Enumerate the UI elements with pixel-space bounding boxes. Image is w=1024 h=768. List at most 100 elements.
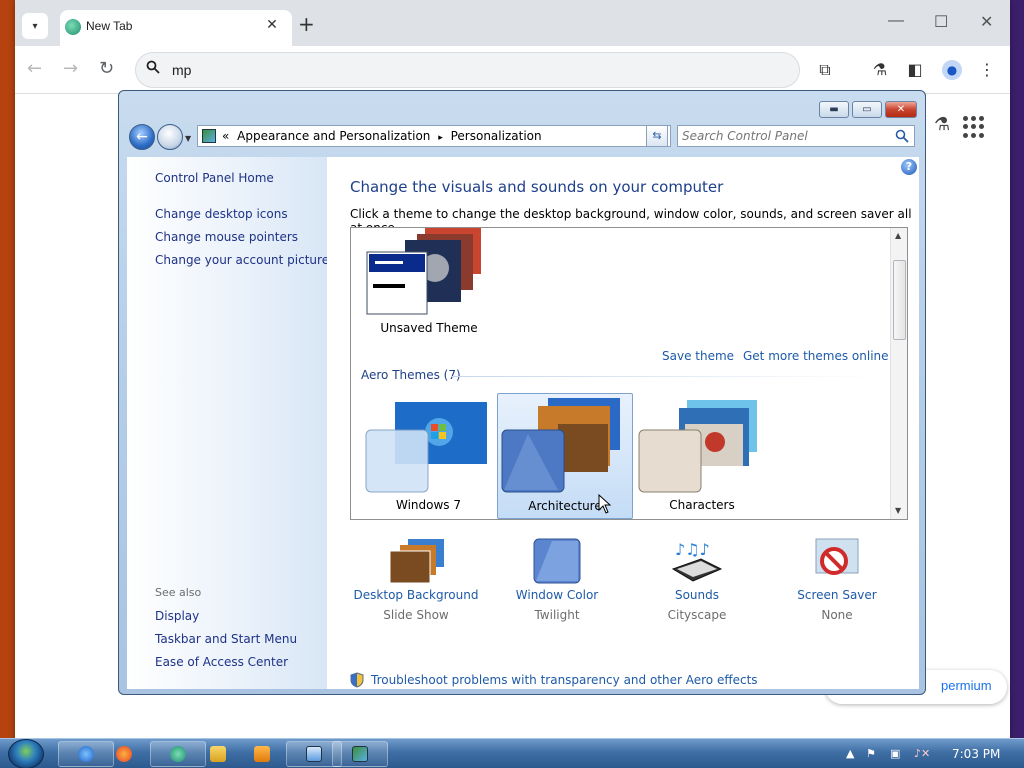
- control-panel-home-link[interactable]: Control Panel Home: [155, 171, 274, 185]
- show-hidden-icons-icon[interactable]: ▲: [846, 747, 854, 760]
- cp-maximize-button[interactable]: ▭: [852, 101, 882, 118]
- edge-dev-icon: [170, 746, 186, 762]
- tab-strip: ▾ New Tab ✕ + — ☐ ✕: [15, 0, 1010, 46]
- windows7-theme-thumbnail: [365, 402, 487, 493]
- firefox-icon: [116, 746, 132, 762]
- network-icon[interactable]: ▣: [890, 747, 900, 760]
- change-account-picture-link[interactable]: Change your account picture: [155, 253, 329, 267]
- tab-search-dropdown-button[interactable]: ▾: [22, 13, 48, 39]
- sounds-icon: ♪♫♪: [671, 540, 723, 582]
- scroll-up-arrow-icon[interactable]: ▲: [895, 231, 901, 240]
- new-tab-button[interactable]: +: [298, 14, 315, 34]
- minimize-icon[interactable]: —: [888, 12, 904, 30]
- desktop-background-title[interactable]: Desktop Background: [341, 588, 491, 602]
- ease-of-access-link[interactable]: Ease of Access Center: [155, 655, 288, 669]
- close-tab-icon[interactable]: ✕: [263, 16, 281, 34]
- taskbar-media-player[interactable]: [234, 741, 290, 767]
- labs-flask-icon[interactable]: ⚗: [870, 60, 890, 80]
- close-window-icon[interactable]: ✕: [980, 12, 993, 32]
- save-theme-link[interactable]: Save theme: [662, 349, 734, 363]
- architecture-theme-thumbnail: [501, 398, 620, 493]
- cp-back-button[interactable]: ←: [129, 124, 155, 150]
- scrollbar-thumb[interactable]: [893, 260, 906, 340]
- back-arrow-icon[interactable]: ←: [27, 58, 42, 79]
- troubleshoot-aero-link[interactable]: Troubleshoot problems with transparency …: [371, 673, 758, 687]
- cp-close-button[interactable]: ✕: [885, 101, 917, 118]
- characters-theme-thumbnail: [638, 400, 757, 493]
- theme-architecture-selected[interactable]: Architecture: [497, 393, 633, 519]
- window-color-icon: [533, 538, 581, 584]
- reload-icon[interactable]: ↻: [99, 58, 114, 79]
- apps-grid-icon[interactable]: [963, 116, 985, 138]
- profile-avatar-icon[interactable]: ●: [942, 60, 962, 80]
- theme-list-scrollbar[interactable]: ▲ ▼: [890, 228, 907, 519]
- windows7-theme-label: Windows 7: [395, 498, 461, 512]
- breadcrumb-overflow[interactable]: «: [222, 129, 229, 143]
- page-title: Change the visuals and sounds on your co…: [350, 178, 724, 196]
- side-panel-icon[interactable]: ◧: [905, 60, 925, 80]
- taskbar-control-panel[interactable]: [332, 741, 388, 767]
- address-bar[interactable]: mp: [135, 52, 800, 88]
- cp-minimize-button[interactable]: ▬: [819, 101, 849, 118]
- search-icon[interactable]: [895, 129, 909, 143]
- screen-saver-icon: [815, 538, 859, 575]
- menu-kebab-icon[interactable]: ⋮: [977, 60, 997, 80]
- breadcrumb-personalization[interactable]: Personalization: [451, 129, 542, 143]
- sounds-title[interactable]: Sounds: [637, 588, 757, 602]
- sounds-subtitle: Cityscape: [667, 608, 727, 622]
- aero-themes-group-label: Aero Themes (7): [361, 368, 461, 382]
- unsaved-theme-label: Unsaved Theme: [380, 321, 478, 335]
- cp-search-input[interactable]: [682, 128, 887, 144]
- scroll-down-arrow-icon[interactable]: ▼: [895, 506, 901, 515]
- screen-saver-title[interactable]: Screen Saver: [777, 588, 897, 602]
- breadcrumb-appearance[interactable]: Appearance and Personalization: [237, 129, 430, 143]
- volume-muted-icon[interactable]: ♪✕: [914, 747, 930, 760]
- taskbar: ▲ ⚑ ▣ ♪✕ 7:03 PM: [0, 738, 1024, 768]
- taskbar-firefox[interactable]: [96, 741, 152, 767]
- screen-saver-item[interactable]: Screen Saver None: [777, 537, 897, 622]
- theme-characters[interactable]: Characters: [635, 398, 769, 518]
- theme-unsaved[interactable]: Unsaved Theme: [365, 228, 495, 338]
- desktop-background-item[interactable]: Desktop Background Slide Show: [341, 537, 491, 622]
- window-color-subtitle: Twilight: [534, 608, 580, 622]
- start-button[interactable]: [8, 739, 44, 768]
- breadcrumb: « Appearance and Personalization ▸ Perso…: [222, 129, 546, 143]
- maximize-icon[interactable]: ☐: [934, 12, 948, 32]
- svg-text:♪♫♪: ♪♫♪: [675, 540, 710, 559]
- display-link[interactable]: Display: [155, 609, 199, 623]
- browser-toolbar: ← → ↻ mp ⧉ ⚗ ◧ ● ⋮: [15, 46, 1010, 94]
- sounds-item[interactable]: ♪♫♪ Sounds Cityscape: [637, 537, 757, 622]
- refresh-icon[interactable]: ⇆: [646, 125, 668, 147]
- cp-address-bar[interactable]: « Appearance and Personalization ▸ Perso…: [197, 125, 671, 147]
- screen-saver-subtitle: None: [821, 608, 853, 622]
- tab-new-tab[interactable]: New Tab ✕: [60, 10, 292, 46]
- main-content-pane: ? Change the visuals and sounds on your …: [327, 157, 919, 689]
- action-center-flag-icon[interactable]: ⚑: [866, 747, 876, 760]
- recent-pages-dropdown-icon[interactable]: ▼: [185, 134, 191, 143]
- cp-forward-button[interactable]: [157, 124, 183, 150]
- cp-search-box[interactable]: [677, 125, 915, 147]
- control-panel-icon: [202, 129, 216, 143]
- internet-explorer-icon: [78, 746, 94, 762]
- clock[interactable]: 7:03 PM: [952, 747, 1000, 761]
- window-color-title[interactable]: Window Color: [497, 588, 617, 602]
- window-color-item[interactable]: Window Color Twilight: [497, 537, 617, 622]
- extensions-icon[interactable]: ⧉: [815, 60, 835, 80]
- help-icon[interactable]: ?: [901, 159, 917, 175]
- change-mouse-pointers-link[interactable]: Change mouse pointers: [155, 230, 298, 244]
- forward-arrow-icon[interactable]: →: [63, 58, 78, 79]
- breadcrumb-separator[interactable]: ▸: [438, 133, 443, 143]
- tab-title: New Tab: [86, 19, 133, 33]
- theme-windows-7[interactable]: Windows 7: [361, 400, 491, 519]
- media-player-icon: [254, 746, 270, 762]
- desktop-background-icon: [389, 539, 444, 584]
- address-bar-text: mp: [172, 62, 192, 78]
- mouse-cursor-icon: [598, 493, 612, 517]
- shield-icon: [350, 672, 364, 688]
- folder-icon: [210, 746, 226, 762]
- taskbar-start-menu-link[interactable]: Taskbar and Start Menu: [155, 632, 297, 646]
- change-desktop-icons-link[interactable]: Change desktop icons: [155, 207, 288, 221]
- see-also-label: See also: [155, 586, 202, 599]
- get-more-themes-link[interactable]: Get more themes online: [743, 349, 889, 363]
- labs-flask-icon[interactable]: ⚗: [934, 114, 950, 135]
